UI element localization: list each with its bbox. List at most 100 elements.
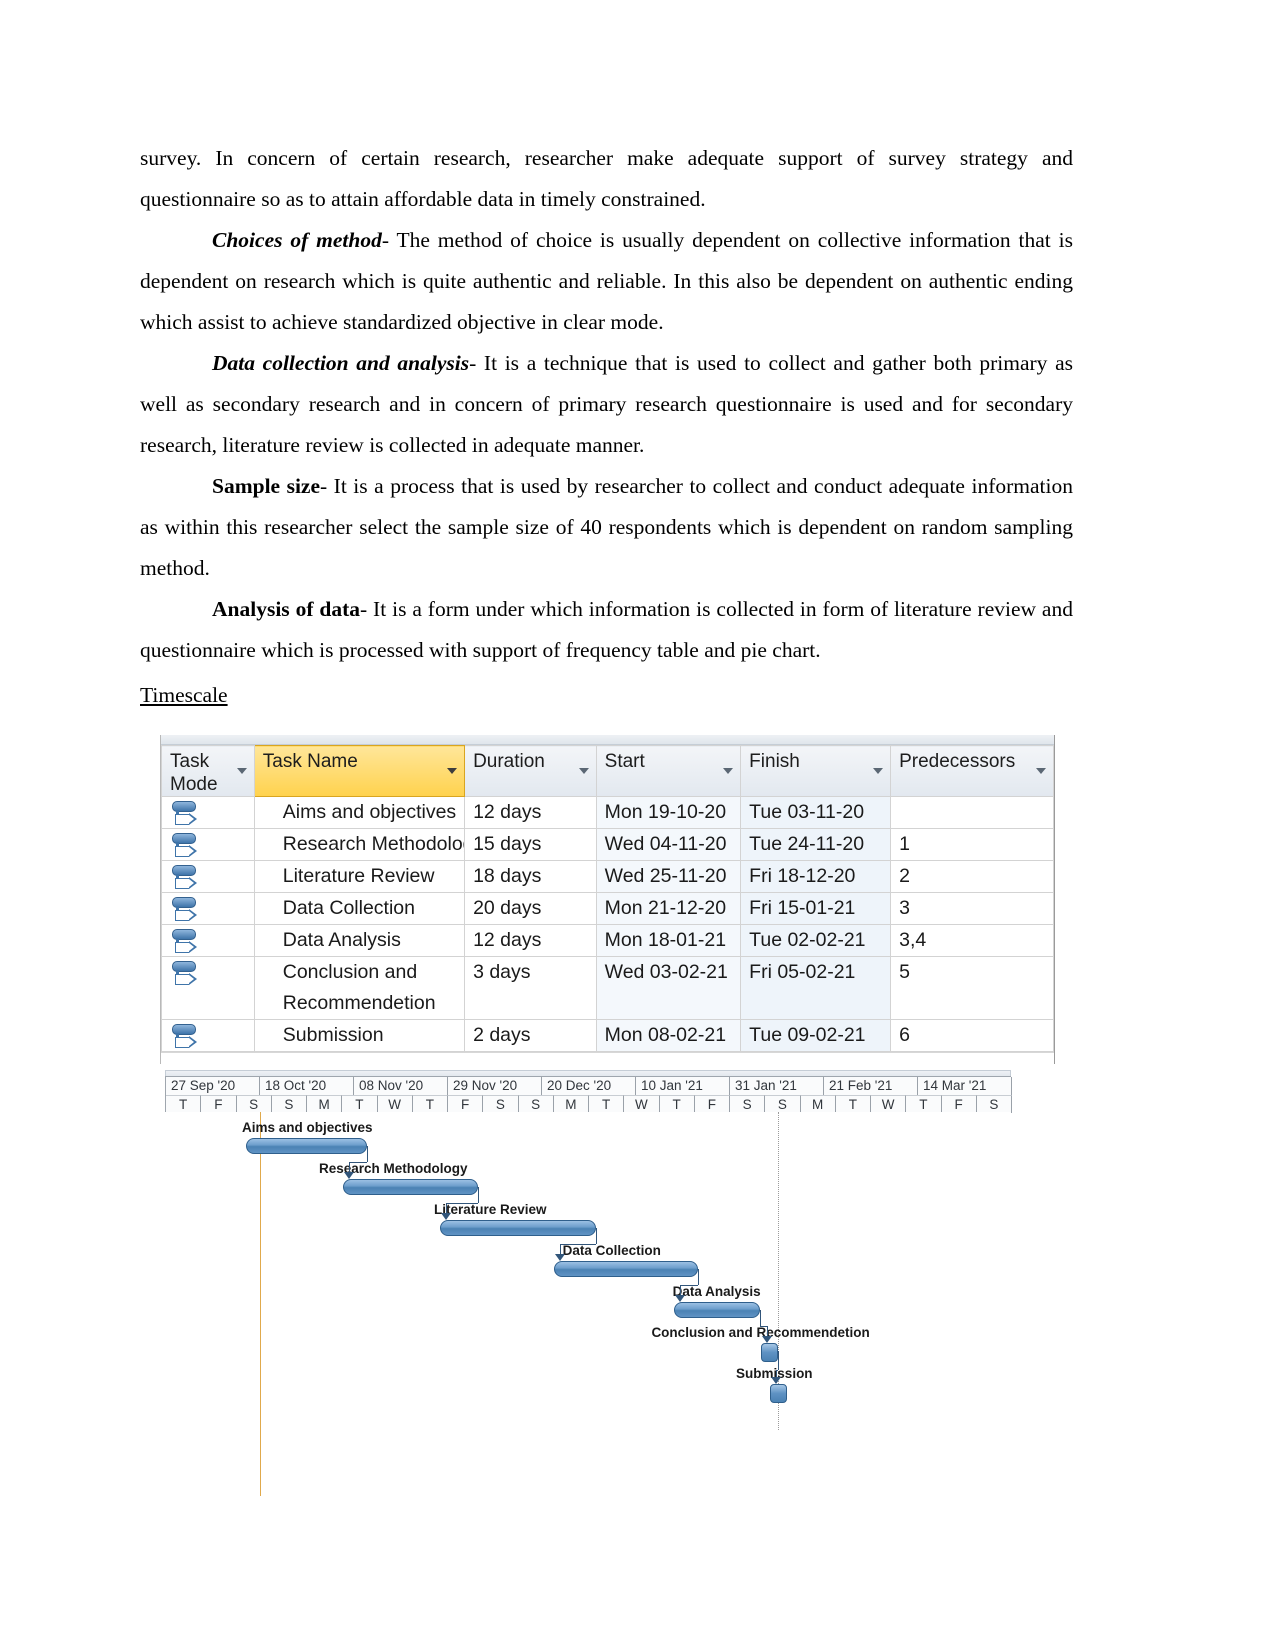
cell-predecessors[interactable]: 1 <box>890 828 1054 861</box>
gantt-bar[interactable] <box>246 1138 368 1154</box>
cell-predecessors[interactable]: 3,4 <box>890 924 1054 957</box>
cell-finish[interactable]: Tue 02-02-21 <box>740 924 892 957</box>
timescale-major-label: 20 Dec '20 <box>542 1077 636 1095</box>
table-row[interactable]: Conclusion and Recommendetion 3 days Wed 0… <box>161 956 1054 1020</box>
dependency-link <box>697 1269 699 1285</box>
grid-bottom-strip <box>161 1052 1054 1064</box>
cell-predecessors[interactable]: 6 <box>890 1019 1054 1052</box>
cell-task-mode[interactable] <box>161 860 255 893</box>
filter-dropdown-icon[interactable] <box>236 768 247 774</box>
timescale-major-label: 14 Mar '21 <box>918 1077 1012 1095</box>
column-header-start-label: Start <box>604 751 645 772</box>
cell-task-name[interactable]: Submission <box>253 1019 466 1052</box>
column-header-finish-label: Finish <box>749 751 800 772</box>
cell-finish[interactable]: Fri 05-02-21 <box>740 956 892 1020</box>
timescale-minor-label: T <box>589 1095 625 1113</box>
timescale-minor-label: T <box>342 1095 378 1113</box>
dependency-arrow-icon <box>555 1254 566 1261</box>
table-row[interactable]: Research Methodology 15 days Wed 04-11-20 T… <box>161 828 1054 861</box>
cell-duration[interactable]: 3 days <box>464 956 597 1020</box>
cell-start[interactable]: Mon 21-12-20 <box>595 892 742 925</box>
cell-start[interactable]: Wed 04-11-20 <box>595 828 742 861</box>
cell-task-mode[interactable] <box>161 796 255 829</box>
gantt-bar-label: Aims and objectives <box>241 1120 373 1135</box>
dependency-link <box>445 1203 478 1204</box>
column-header-start[interactable]: Start <box>595 745 742 797</box>
cell-duration[interactable]: 18 days <box>464 860 597 893</box>
timescale-minor-label: T <box>835 1095 871 1113</box>
cell-predecessors[interactable]: 2 <box>890 860 1054 893</box>
gantt-plot-area: Aims and objectives Research Methodology L… <box>165 1112 1011 1496</box>
cell-task-mode[interactable] <box>161 828 255 861</box>
task-table: Task Mode Task Name Duration Start Finis… <box>161 745 1054 1052</box>
gantt-bar[interactable] <box>769 1384 787 1403</box>
cell-predecessors[interactable] <box>890 796 1054 829</box>
column-header-finish[interactable]: Finish <box>740 745 892 797</box>
timescale-minor-label: T <box>906 1095 942 1113</box>
manually-scheduled-icon <box>172 865 198 889</box>
filter-dropdown-icon[interactable] <box>723 768 734 774</box>
cell-predecessors[interactable]: 3 <box>890 892 1054 925</box>
timescale-minor-label: S <box>236 1095 272 1113</box>
cell-start[interactable]: Mon 08-02-21 <box>595 1019 742 1052</box>
cell-task-name[interactable]: Data Collection <box>253 892 466 925</box>
cell-duration[interactable]: 20 days <box>464 892 597 925</box>
cell-predecessors[interactable]: 5 <box>890 956 1054 1020</box>
column-header-task-mode[interactable]: Task Mode <box>161 745 255 797</box>
paragraph-2: Choices of method- The method of choice … <box>140 220 1073 343</box>
cell-duration[interactable]: 12 days <box>464 796 597 829</box>
paragraph-4: Sample size- It is a process that is use… <box>140 466 1073 589</box>
cell-start[interactable]: Mon 19-10-20 <box>595 796 742 829</box>
gantt-bar[interactable] <box>674 1302 760 1318</box>
timescale-minor-label: T <box>412 1095 448 1113</box>
cell-task-mode[interactable] <box>161 1019 255 1052</box>
dependency-link <box>348 1162 350 1172</box>
column-header-duration[interactable]: Duration <box>464 745 597 797</box>
gantt-bar[interactable] <box>761 1343 779 1362</box>
column-header-task-name[interactable]: Task Name <box>253 745 466 797</box>
gantt-bar[interactable] <box>439 1220 597 1236</box>
table-row[interactable]: Literature Review 18 days Wed 25-11-20 Fri … <box>161 860 1054 893</box>
table-row[interactable]: Aims and objectives 12 days Mon 19-10-20 Tu… <box>161 796 1054 829</box>
cell-task-name[interactable]: Literature Review <box>253 860 466 893</box>
cell-task-name[interactable]: Data Analysis <box>253 924 466 957</box>
cell-finish[interactable]: Fri 18-12-20 <box>740 860 892 893</box>
cell-finish[interactable]: Tue 24-11-20 <box>740 828 892 861</box>
cell-task-name[interactable]: Conclusion and Recommendetion <box>253 956 466 1020</box>
filter-dropdown-icon[interactable] <box>447 768 458 774</box>
table-body: Aims and objectives 12 days Mon 19-10-20 Tu… <box>161 796 1054 1052</box>
cell-start[interactable]: Mon 18-01-21 <box>595 924 742 957</box>
table-row[interactable]: Data Collection 20 days Mon 21-12-20 Fri 15… <box>161 892 1054 925</box>
cell-task-mode[interactable] <box>161 956 255 1020</box>
timescale-minor-label: T <box>166 1095 202 1113</box>
cell-task-name[interactable]: Research Methodology <box>253 828 466 861</box>
cell-task-mode[interactable] <box>161 892 255 925</box>
cell-task-name[interactable]: Aims and objectives <box>253 796 466 829</box>
cell-duration[interactable]: 12 days <box>464 924 597 957</box>
cell-start[interactable]: Wed 03-02-21 <box>595 956 742 1020</box>
filter-dropdown-icon[interactable] <box>873 768 884 774</box>
timescale-minor-label: F <box>448 1095 484 1113</box>
dependency-arrow-icon <box>440 1213 451 1220</box>
table-row[interactable]: Data Analysis 12 days Mon 18-01-21 Tue 02-0… <box>161 924 1054 957</box>
cell-task-mode[interactable] <box>161 924 255 957</box>
timescale-minor-label: M <box>800 1095 836 1113</box>
body-text: survey. In concern of certain research, … <box>140 138 1073 671</box>
cell-finish[interactable]: Tue 03-11-20 <box>740 796 892 829</box>
timescale-minor-label: S <box>518 1095 554 1113</box>
manually-scheduled-icon <box>172 897 198 921</box>
filter-dropdown-icon[interactable] <box>1036 768 1046 774</box>
cell-finish[interactable]: Tue 09-02-21 <box>740 1019 892 1052</box>
column-header-predecessors[interactable]: Predecessors <box>890 745 1054 797</box>
timescale-minor-label: W <box>624 1095 660 1113</box>
cell-start[interactable]: Wed 25-11-20 <box>595 860 742 893</box>
gantt-bar[interactable] <box>342 1179 479 1195</box>
document-page: survey. In concern of certain research, … <box>0 0 1275 1651</box>
timescale-major-label: 10 Jan '21 <box>636 1077 730 1095</box>
cell-duration[interactable]: 2 days <box>464 1019 597 1052</box>
table-row[interactable]: Submission 2 days Mon 08-02-21 Tue 09-02-21… <box>161 1019 1054 1052</box>
filter-dropdown-icon[interactable] <box>578 768 589 774</box>
cell-duration[interactable]: 15 days <box>464 828 597 861</box>
gantt-bar[interactable] <box>554 1261 698 1277</box>
cell-finish[interactable]: Fri 15-01-21 <box>740 892 892 925</box>
